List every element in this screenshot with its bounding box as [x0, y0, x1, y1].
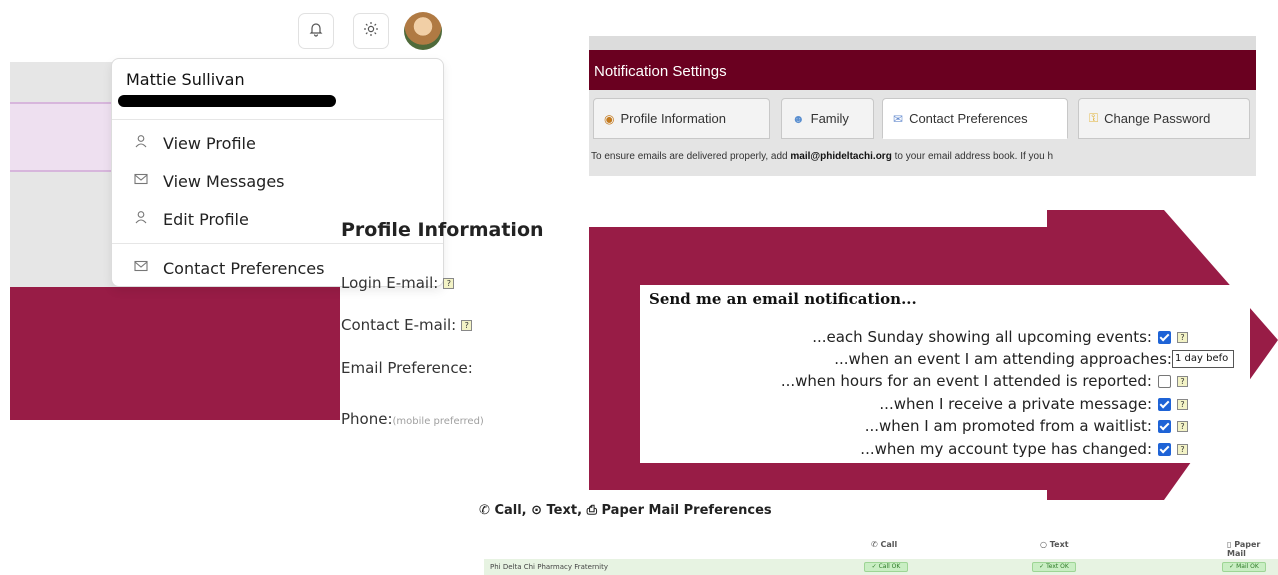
tab-label: Family	[810, 111, 849, 126]
phone-label: Phone:(mobile preferred)	[341, 410, 484, 428]
help-icon[interactable]: ?	[1177, 443, 1188, 455]
key-icon: ⚿	[1089, 111, 1099, 125]
email-preference-label: Email Preference:	[341, 359, 473, 377]
tab-profile-information[interactable]: ◉ Profile Information	[593, 98, 770, 139]
tab-label: Contact Preferences	[909, 111, 1028, 126]
tab-label: Change Password	[1104, 111, 1211, 126]
family-icon: ☻	[792, 111, 805, 126]
phone-icon: ✆	[479, 503, 490, 518]
notif-row-waitlist: ...when I am promoted from a waitlist: ?	[865, 416, 1188, 436]
tab-label: Profile Information	[620, 111, 726, 126]
help-icon[interactable]: ?	[461, 320, 473, 331]
call-ok-badge[interactable]: ✓ Call OK	[864, 562, 908, 572]
private-message-checkbox[interactable]	[1158, 397, 1171, 411]
hours-reported-checkbox[interactable]	[1158, 374, 1171, 388]
tab-change-password[interactable]: ⚿ Change Password	[1078, 98, 1250, 139]
sunday-checkbox[interactable]	[1158, 330, 1171, 344]
notif-row-account-type: ...when my account type has changed: ?	[860, 439, 1188, 459]
tab-family[interactable]: ☻ Family	[781, 98, 874, 139]
envelope-icon: ✉	[893, 111, 904, 126]
sender-email: mail@phideltachi.org	[790, 151, 892, 162]
organization-name: Phi Delta Chi Pharmacy Fraternity	[490, 563, 609, 571]
table-row: Phi Delta Chi Pharmacy Fraternity ✓ Call…	[484, 559, 1278, 575]
tab-contact-preferences[interactable]: ✉ Contact Preferences	[882, 98, 1068, 139]
help-icon[interactable]: ?	[443, 278, 455, 289]
column-header-paper-mail: ▯ Paper Mail	[1227, 540, 1261, 558]
help-icon[interactable]: ?	[1177, 375, 1188, 387]
profile-info-title: Profile Information	[341, 219, 544, 241]
column-header-text: ○ Text	[1040, 540, 1069, 549]
reminder-timing-select[interactable]: 1 day befo	[1172, 350, 1234, 368]
profile-icon: ◉	[604, 111, 615, 126]
waitlist-checkbox[interactable]	[1158, 419, 1171, 433]
email-notification-card: Send me an email notification... ...each…	[640, 285, 1250, 463]
email-delivery-info: To ensure emails are delivered properly,…	[591, 151, 1054, 162]
column-header-call: ✆ Call	[871, 540, 898, 549]
email-notification-title: Send me an email notification...	[649, 290, 917, 308]
help-icon[interactable]: ?	[1177, 331, 1188, 343]
panel-top-strip	[589, 36, 1256, 50]
notif-row-sunday: ...each Sunday showing all upcoming even…	[812, 327, 1188, 347]
help-icon[interactable]: ?	[1177, 398, 1188, 410]
help-icon[interactable]: ?	[1177, 420, 1188, 432]
contact-email-label: Contact E-mail:?	[341, 316, 473, 334]
notification-settings-header: Notification Settings	[589, 50, 1256, 90]
text-ok-badge[interactable]: ✓ Text OK	[1032, 562, 1076, 572]
contact-prefs-title: ✆ Call, ⊙ Text, ⎙ Paper Mail Preferences	[479, 503, 772, 518]
login-email-label: Login E-mail:?	[341, 274, 455, 292]
notif-row-hours-reported: ...when hours for an event I attended is…	[781, 371, 1188, 391]
account-type-checkbox[interactable]	[1158, 442, 1171, 456]
notif-row-private-message: ...when I receive a private message: ?	[879, 394, 1188, 414]
notif-row-event-approaches: ...when an event I am attending approach…	[834, 350, 1172, 368]
phone-hint: (mobile preferred)	[392, 416, 484, 427]
mail-ok-badge[interactable]: ✓ Mail OK	[1222, 562, 1266, 572]
